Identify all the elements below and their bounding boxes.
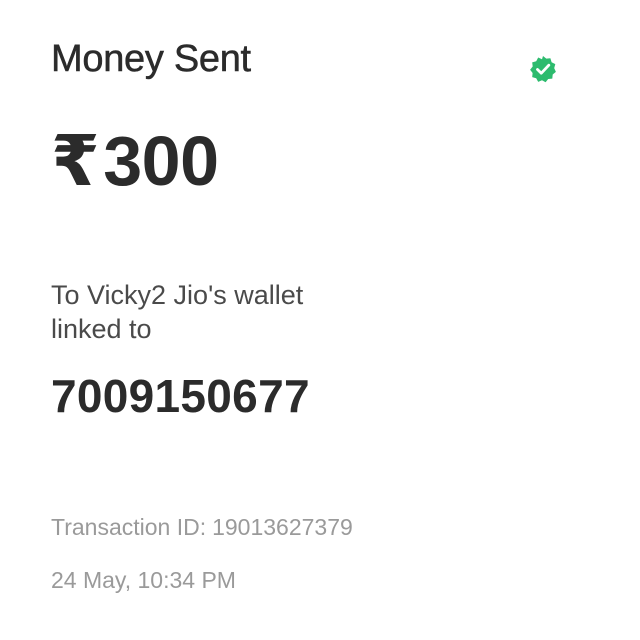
recipient-description: To Vicky2 Jio's wallet linked to [51, 278, 471, 346]
recipient-line-2: linked to [51, 314, 152, 344]
transaction-id-value: 19013627379 [212, 514, 353, 540]
amount: ₹ 300 [51, 121, 219, 201]
recipient-line-1: To Vicky2 Jio's wallet [51, 280, 304, 310]
money-sent-receipt: Money Sent ₹ 300 To Vicky2 Jio's wallet … [0, 0, 640, 640]
transaction-timestamp: 24 May, 10:34 PM [51, 567, 236, 593]
page-title: Money Sent [51, 38, 252, 81]
verified-check-icon-graphic [530, 56, 556, 83]
currency-symbol: ₹ [51, 122, 100, 200]
verified-check-icon [528, 54, 558, 84]
verified-badge-shape [530, 56, 556, 83]
amount-value: 300 [103, 122, 219, 200]
transaction-id-label: Transaction ID: [51, 514, 207, 540]
recipient-phone-number: 7009150677 [51, 370, 310, 422]
transaction-id-row: Transaction ID: 19013627379 [51, 513, 353, 541]
